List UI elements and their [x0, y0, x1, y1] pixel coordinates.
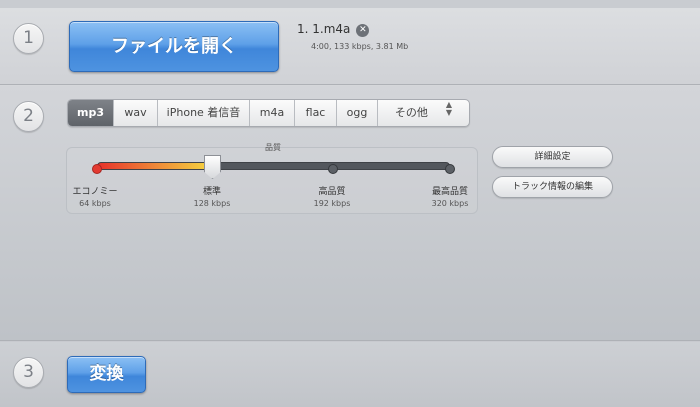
open-file-button[interactable]: ファイルを開く — [69, 21, 279, 72]
step-number-2: 2 — [13, 101, 44, 132]
file-name: 1. 1.m4a — [297, 22, 351, 36]
quality-slider-fill — [98, 163, 216, 169]
convert-button[interactable]: 変換 — [67, 356, 146, 393]
step-open-file: 1 ファイルを開く 1. 1.m4a ✕ 4:00, 133 kbps, 3.81… — [0, 8, 700, 85]
quality-slider-thumb[interactable] — [204, 155, 221, 179]
quality-panel: 品質 エコノミー 64 kbps 標準 128 kbps 高品質 192 kbp… — [66, 143, 478, 214]
quality-stop-high[interactable] — [328, 164, 338, 174]
file-entry: 1. 1.m4a ✕ 4:00, 133 kbps, 3.81 Mb — [297, 22, 408, 51]
tab-flac[interactable]: flac — [295, 100, 337, 126]
quality-stop-economy[interactable] — [92, 164, 102, 174]
tab-ogg[interactable]: ogg — [337, 100, 378, 126]
up-down-arrows-icon: ▲ ▼ — [445, 100, 453, 117]
quality-rate-standard: 128 kbps — [193, 199, 231, 208]
step-number-3: 3 — [13, 357, 44, 388]
step-convert: 3 変換 — [0, 342, 700, 407]
quality-rate-high: 192 kbps — [313, 199, 351, 208]
tab-iphone-ringtone[interactable]: iPhone 着信音 — [158, 100, 250, 126]
edit-track-info-button[interactable]: トラック情報の編集 — [492, 176, 613, 198]
quality-rate-best: 320 kbps — [431, 199, 469, 208]
quality-label-economy: エコノミー — [72, 187, 118, 197]
step-number-1: 1 — [13, 23, 44, 54]
file-meta: 4:00, 133 kbps, 3.81 Mb — [311, 42, 409, 51]
step-settings: 2 mp3 wav iPhone 着信音 m4a flac ogg その他 ▲ ▼ … — [0, 86, 700, 341]
quality-label-high: 高品質 — [318, 187, 346, 197]
tab-other-label: その他 — [394, 106, 428, 119]
remove-file-icon[interactable]: ✕ — [356, 24, 370, 37]
quality-title: 品質 — [265, 143, 281, 152]
quality-stop-best[interactable] — [445, 164, 455, 174]
quality-rate-economy: 64 kbps — [79, 199, 111, 208]
tab-wav[interactable]: wav — [114, 100, 158, 126]
quality-slider-track[interactable] — [97, 162, 450, 170]
tab-mp3[interactable]: mp3 — [68, 100, 114, 126]
quality-label-best: 最高品質 — [431, 187, 468, 197]
advanced-settings-button[interactable]: 詳細設定 — [492, 146, 613, 168]
format-tabs: mp3 wav iPhone 着信音 m4a flac ogg その他 ▲ ▼ — [67, 99, 470, 127]
tab-other-formats[interactable]: その他 ▲ ▼ — [378, 100, 469, 126]
quality-label-standard: 標準 — [202, 187, 221, 197]
tab-m4a[interactable]: m4a — [250, 100, 295, 126]
